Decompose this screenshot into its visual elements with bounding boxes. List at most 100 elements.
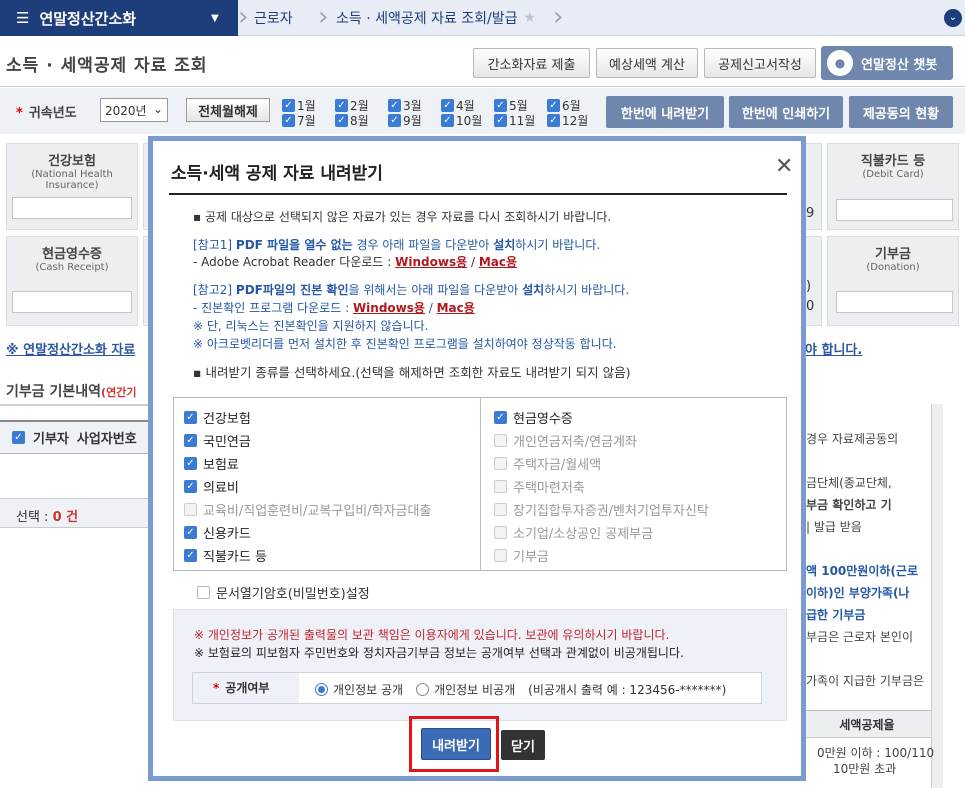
- dialog-title: 소득·세액 공제 자료 내려받기: [171, 164, 383, 184]
- month-checkbox[interactable]: ✓ 11월: [494, 112, 535, 129]
- select-all-checkbox[interactable]: ✓: [12, 431, 25, 444]
- download-all-button[interactable]: 한번에 내려받기: [606, 96, 724, 128]
- checkbox-icon[interactable]: ✓: [388, 99, 401, 112]
- checkbox-icon[interactable]: ✓: [184, 480, 197, 493]
- public-label: * 공개여부: [193, 673, 299, 703]
- checkbox-icon[interactable]: ✓: [441, 99, 454, 112]
- month-checkbox[interactable]: ✓ 8월: [335, 112, 369, 129]
- breadcrumb-workers[interactable]: 근로자: [254, 0, 293, 36]
- password-option[interactable]: 문서열기암호(비밀번호)설정: [197, 583, 370, 602]
- checkbox-icon[interactable]: ✓: [388, 114, 401, 127]
- donation-section-title: 기부금 기본내역(연간기: [6, 384, 137, 400]
- privacy-note: ※ 보험료의 피보험자 주민번호와 정치자금기부금 정보는 공개여부 선택과 관…: [194, 646, 684, 660]
- checkbox-icon[interactable]: ✓: [282, 99, 295, 112]
- info-text-line: 가족이 지급한 기부금은: [806, 674, 925, 688]
- info-text-line: 금단체(종교단체,: [806, 476, 892, 490]
- month-checkbox[interactable]: ✓ 9월: [388, 112, 422, 129]
- page-title: 소득 · 세액공제 자료 조회: [6, 56, 208, 76]
- acrobat-mac-link[interactable]: Mac용: [479, 255, 517, 269]
- privacy-box: ※ 개인정보가 공개된 출력물의 보관 책임은 이용자에게 있습니다. 보관에 …: [173, 609, 787, 721]
- download-type-item[interactable]: ✓ 현금영수증: [494, 408, 573, 427]
- reference-1: [참고1] PDF 파일을 열수 없는 경우 아래 파일을 다운받아 설치하시기…: [193, 238, 601, 252]
- download-type-item[interactable]: ✓ 직불카드 등: [184, 546, 267, 565]
- chatbot-button[interactable]: ● 연말정산 챗봇: [821, 46, 953, 80]
- password-checkbox[interactable]: [197, 586, 210, 599]
- close-button[interactable]: 닫기: [501, 730, 545, 760]
- privacy-warning: ※ 개인정보가 공개된 출력물의 보관 책임은 이용자에게 있습니다. 보관에 …: [194, 628, 670, 642]
- download-type-item[interactable]: ✓ 국민연금: [184, 431, 251, 450]
- breadcrumb-separator-icon: ›: [553, 2, 564, 32]
- donation-info-panel: 경우 자료제공동의 금단체(종교단체, 부금 확인하고 기 | 발급 받음 액 100만…: [803, 404, 943, 788]
- download-type-item[interactable]: ✓ 신용카드: [184, 523, 251, 542]
- download-type-item[interactable]: ✓ 보험료: [184, 454, 239, 473]
- note-install-order: ※ 아크로벳리더를 먼저 설치한 후 진본확인 프로그램을 설치하여야 정상작동…: [193, 337, 617, 351]
- divider: [169, 193, 787, 195]
- download-button[interactable]: 내려받기: [421, 728, 491, 760]
- card-donation[interactable]: 기부금 (Donation): [827, 236, 959, 326]
- write-deduction-button[interactable]: 공제신고서작성: [704, 48, 816, 78]
- download-type-item: 개인연금저축/연금계좌: [494, 431, 637, 450]
- print-all-button[interactable]: 한번에 인쇄하기: [729, 96, 843, 128]
- checkbox-icon[interactable]: ✓: [494, 114, 507, 127]
- checkbox-icon[interactable]: ✓: [494, 411, 507, 424]
- verifier-download: - 진본확인 프로그램 다운로드 : Windows용 / Mac용: [193, 301, 475, 315]
- checkbox-icon[interactable]: ✓: [184, 457, 197, 470]
- info-line: ▪ 공제 대상으로 선택되지 않은 자료가 있는 경우 자료를 다시 조회하시기…: [193, 210, 612, 224]
- amount-box: [12, 291, 132, 313]
- verifier-windows-link[interactable]: Windows용: [353, 301, 425, 315]
- checkbox-icon: [494, 526, 507, 539]
- download-type-item: 주택자금/월세액: [494, 454, 601, 473]
- notice-link[interactable]: ※ 연말정산간소화 자료: [6, 339, 135, 358]
- close-icon[interactable]: ✕: [775, 154, 793, 179]
- info-text-line: 부금은 근로자 본인이: [806, 630, 913, 644]
- card-cash-receipt[interactable]: 현금영수증 (Cash Receipt): [6, 236, 138, 326]
- download-type-item: 주택마련저축: [494, 477, 585, 496]
- checkbox-icon[interactable]: ✓: [335, 114, 348, 127]
- breadcrumb-separator-icon: ›: [238, 2, 249, 32]
- checkbox-icon[interactable]: ✓: [184, 549, 197, 562]
- month-checkbox[interactable]: ✓ 12월: [547, 112, 588, 129]
- checkbox-icon[interactable]: ✓: [494, 99, 507, 112]
- breadcrumb-current: 소득 · 세액공제 자료 조회/발급 ★: [336, 10, 537, 27]
- checkbox-icon[interactable]: ✓: [184, 434, 197, 447]
- public-option-row: * 공개여부 개인정보 공개 개인정보 비공개 (비공개시 출력 예 : 1234…: [192, 672, 762, 704]
- info-text-line: 이하)인 부양가족(나: [806, 586, 910, 600]
- checkbox-icon[interactable]: ✓: [282, 114, 295, 127]
- checkbox-icon[interactable]: ✓: [184, 526, 197, 539]
- download-type-item[interactable]: ✓ 건강보험: [184, 408, 251, 427]
- card-health-insurance[interactable]: 건강보험 (National Health Insurance): [6, 143, 138, 230]
- download-type-item: 교육비/직업훈련비/교복구입비/학자금대출: [184, 500, 431, 519]
- submit-simplified-button[interactable]: 간소화자료 제출: [473, 48, 590, 78]
- notice-link-tail[interactable]: 야 합니다.: [805, 339, 862, 358]
- estimate-tax-button[interactable]: 예상세액 계산: [596, 48, 698, 78]
- private-radio[interactable]: [416, 683, 430, 696]
- acrobat-windows-link[interactable]: Windows용: [395, 255, 467, 269]
- checkbox-icon: [494, 434, 507, 447]
- checkbox-icon: [184, 503, 197, 516]
- download-type-item[interactable]: ✓ 의료비: [184, 477, 239, 496]
- verifier-mac-link[interactable]: Mac용: [437, 301, 475, 315]
- choose-type-line: ▪ 내려받기 종류를 선택하세요.(선택을 해제하면 조회한 자료도 내려받기 …: [193, 365, 631, 380]
- info-text-line: 급한 기부금: [806, 608, 866, 622]
- checkbox-icon[interactable]: ✓: [547, 114, 560, 127]
- chevron-down-icon[interactable]: ⌄: [944, 9, 962, 27]
- tax-rate-header: 세액공제율: [803, 710, 931, 738]
- checkbox-icon[interactable]: ✓: [335, 99, 348, 112]
- checkbox-icon[interactable]: ✓: [441, 114, 454, 127]
- menu-dropdown[interactable]: ☰ 연말정산간소화 ▼: [0, 0, 238, 36]
- month-checkbox[interactable]: ✓ 10월: [441, 112, 482, 129]
- download-type-item: 소기업/소상공인 공제부금: [494, 523, 653, 542]
- public-radio[interactable]: [315, 683, 328, 696]
- scrollbar[interactable]: [931, 404, 943, 788]
- checkbox-icon[interactable]: ✓: [184, 411, 197, 424]
- clear-months-button[interactable]: 전체월해제: [186, 98, 270, 122]
- star-icon[interactable]: ★: [524, 10, 537, 26]
- year-select[interactable]: 2020년 ⌄: [100, 98, 168, 122]
- amount-box: [836, 291, 953, 313]
- year-label: * 귀속년도: [16, 106, 77, 121]
- card-debit-card[interactable]: 직불카드 등 (Debit Card): [827, 143, 959, 230]
- month-checkbox[interactable]: ✓ 7월: [282, 112, 316, 129]
- consent-status-button[interactable]: 제공동의 현황: [849, 96, 953, 128]
- chatbot-icon: ●: [827, 50, 853, 76]
- checkbox-icon[interactable]: ✓: [547, 99, 560, 112]
